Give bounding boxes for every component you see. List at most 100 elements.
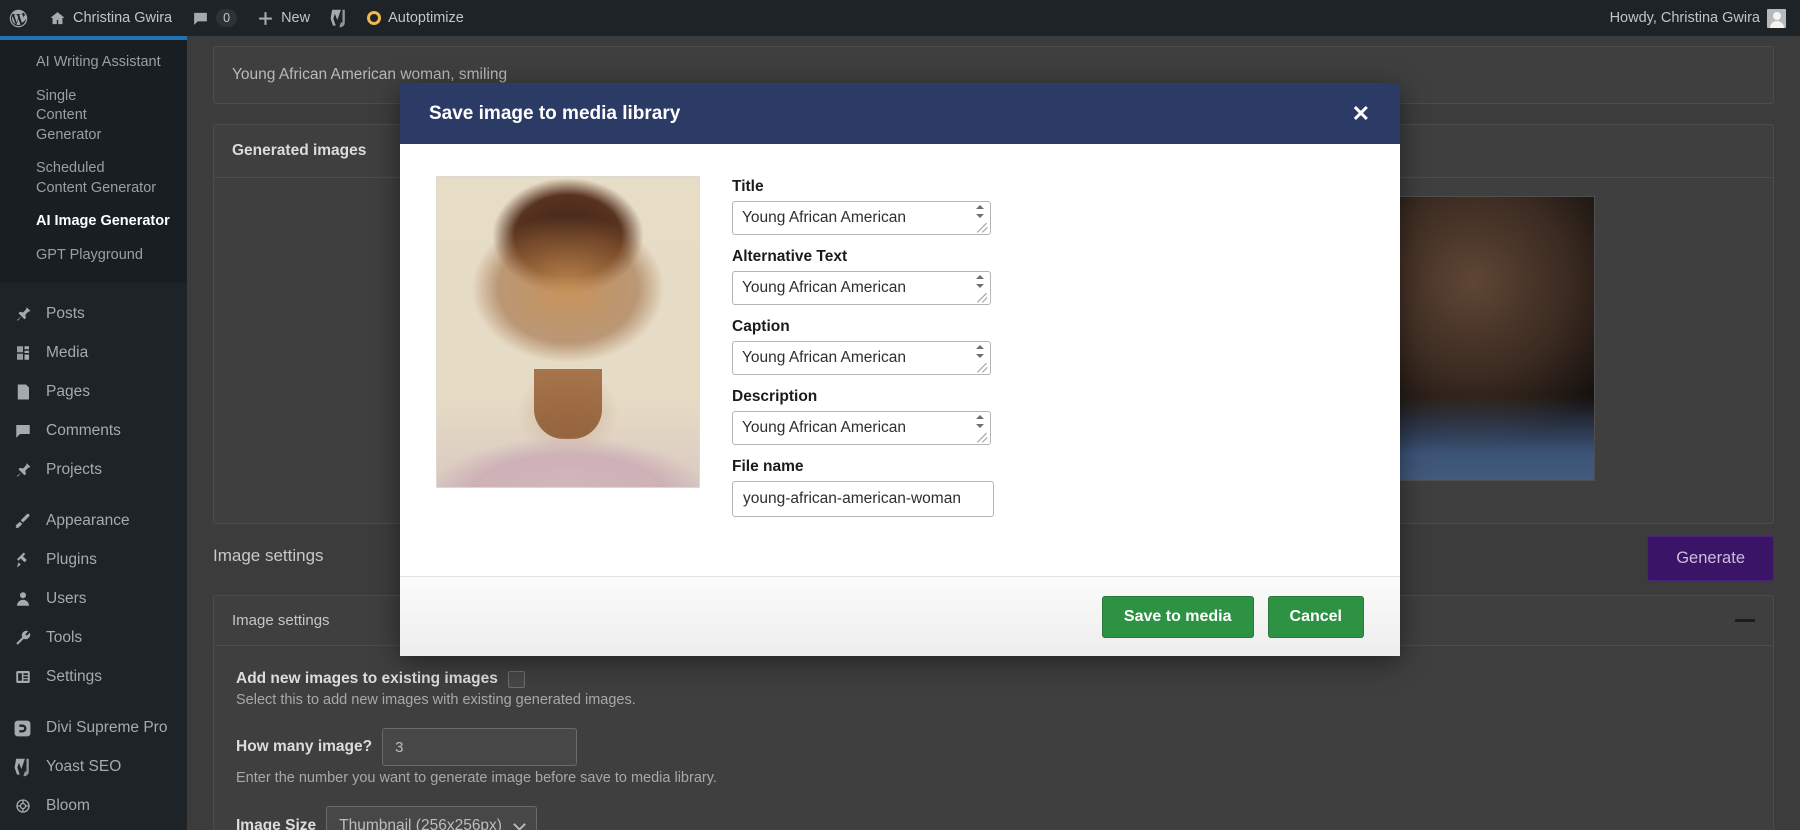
- sidebar-divider-2: [0, 490, 187, 502]
- add-new-images-label: Add new images to existing images: [236, 670, 498, 687]
- image-size-value: Thumbnail (256x256px): [339, 817, 502, 830]
- sidebar-item-users[interactable]: Users: [0, 580, 187, 619]
- howdy-label: Howdy, Christina Gwira: [1609, 10, 1760, 26]
- avatar: [1767, 8, 1786, 28]
- comments-button[interactable]: 0: [182, 0, 247, 36]
- divi-icon: [12, 718, 33, 739]
- sidebar-item-settings[interactable]: Settings: [0, 658, 187, 697]
- pin-icon: [12, 304, 33, 325]
- wordpress-logo-button[interactable]: [0, 0, 39, 36]
- sidebar-item-projects[interactable]: Projects: [0, 451, 187, 490]
- caption-label: Caption: [732, 318, 790, 335]
- plus-icon: [257, 10, 274, 27]
- yoast-icon: [330, 9, 347, 28]
- admin-screen: Christina Gwira 0 New Autoptimize Howdy,…: [0, 0, 1800, 830]
- sidebar-item-posts[interactable]: Posts: [0, 295, 187, 334]
- sidebar-label-comments: Comments: [46, 422, 121, 439]
- description-input-wrap: Young African American: [732, 411, 991, 445]
- modal-header: Save image to media library ✕: [400, 83, 1400, 144]
- preview-shoulders-shape: [437, 425, 699, 487]
- sidebar-label-projects: Projects: [46, 461, 102, 478]
- title-field-group: Title Young African American: [732, 178, 1364, 235]
- page-icon: [12, 382, 33, 403]
- caption-input-wrap: Young African American: [732, 341, 991, 375]
- sidebar-label-pages: Pages: [46, 383, 90, 400]
- media-icon: [12, 343, 33, 364]
- sidebar-label-posts: Posts: [46, 305, 85, 322]
- sidebar-item-scheduled-content-generator[interactable]: Scheduled Content Generator: [0, 152, 187, 205]
- sidebar-item-plugins[interactable]: Plugins: [0, 541, 187, 580]
- sidebar-item-ai-writing-assistant[interactable]: AI Writing Assistant: [0, 46, 187, 80]
- how-many-input[interactable]: [382, 728, 578, 766]
- alt-text-input[interactable]: Young African American: [732, 271, 991, 305]
- sidebar-label-bloom: Bloom: [46, 797, 90, 814]
- sidebar-item-divi-supreme-pro[interactable]: Divi Supreme Pro: [0, 709, 187, 748]
- new-content-button[interactable]: New: [247, 0, 320, 36]
- home-icon: [49, 10, 66, 27]
- pin-icon: [12, 460, 33, 481]
- my-account-button[interactable]: Howdy, Christina Gwira: [1600, 0, 1800, 36]
- admin-sidebar: AI Writing Assistant Single Content Gene…: [0, 36, 187, 830]
- sidebar-label-divi-supreme-pro: Divi Supreme Pro: [46, 719, 168, 736]
- description-input[interactable]: Young African American: [732, 411, 991, 445]
- comments-count: 0: [216, 9, 238, 27]
- sidebar-item-bloom[interactable]: Bloom: [0, 787, 187, 826]
- plug-icon: [12, 550, 33, 571]
- add-new-images-checkbox[interactable]: [507, 670, 525, 688]
- sidebar-item-pages[interactable]: Pages: [0, 373, 187, 412]
- comment-icon: [192, 10, 209, 27]
- image-size-select[interactable]: Thumbnail (256x256px): [326, 806, 537, 830]
- filename-field-group: File name: [732, 458, 1364, 517]
- sliders-icon: [12, 667, 33, 688]
- prompt-value: Young African American woman, smiling: [232, 66, 508, 83]
- generate-button[interactable]: Generate: [1647, 536, 1774, 581]
- site-name-label: Christina Gwira: [73, 10, 173, 26]
- wordpress-logo-icon: [8, 8, 29, 29]
- yoast-icon: [12, 757, 33, 778]
- sidebar-item-yoast-seo[interactable]: Yoast SEO: [0, 748, 187, 787]
- description-field-group: Description Young African American: [732, 388, 1364, 445]
- save-image-modal: Save image to media library ✕ Title Youn…: [400, 83, 1400, 656]
- image-settings-panel-title: Image settings: [232, 612, 330, 629]
- save-to-media-button[interactable]: Save to media: [1101, 595, 1254, 638]
- sidebar-label-settings: Settings: [46, 668, 103, 685]
- modal-title: Save image to media library: [429, 102, 681, 124]
- metadata-fields: Title Young African American Alternative…: [732, 176, 1364, 530]
- alt-text-field-group: Alternative Text Young African American: [732, 248, 1364, 305]
- bloom-icon: [12, 796, 33, 817]
- caption-input[interactable]: Young African American: [732, 341, 991, 375]
- sidebar-label-media: Media: [46, 344, 89, 361]
- filename-input[interactable]: [732, 481, 994, 517]
- generated-image-thumbnail[interactable]: [1385, 196, 1595, 481]
- how-many-label: How many image?: [236, 738, 373, 755]
- comment-icon: [12, 421, 33, 442]
- wrench-icon: [12, 628, 33, 649]
- image-settings-body: Add new images to existing images Select…: [214, 646, 1773, 830]
- cancel-button[interactable]: Cancel: [1267, 595, 1364, 638]
- yoast-seo-button[interactable]: [320, 0, 357, 36]
- sidebar-label-plugins: Plugins: [46, 551, 97, 568]
- add-new-images-help: Select this to add new images with exist…: [236, 692, 636, 708]
- close-icon[interactable]: ✕: [1346, 99, 1376, 129]
- sidebar-item-media[interactable]: Media: [0, 334, 187, 373]
- chevron-down-icon: [513, 818, 526, 830]
- how-many-help: Enter the number you want to generate im…: [236, 770, 717, 786]
- sidebar-submenu: AI Writing Assistant Single Content Gene…: [0, 40, 187, 283]
- sidebar-label-appearance: Appearance: [46, 512, 130, 529]
- sidebar-item-tools[interactable]: Tools: [0, 619, 187, 658]
- minimize-icon[interactable]: [1735, 619, 1755, 622]
- site-name-button[interactable]: Christina Gwira: [39, 0, 182, 36]
- sidebar-item-appearance[interactable]: Appearance: [0, 502, 187, 541]
- sidebar-item-gpt-playground[interactable]: GPT Playground: [0, 239, 187, 273]
- title-label: Title: [732, 178, 764, 195]
- sidebar-divider-3: [0, 697, 187, 709]
- title-input[interactable]: Young African American: [732, 201, 991, 235]
- title-input-wrap: Young African American: [732, 201, 991, 235]
- modal-footer: Save to media Cancel: [400, 576, 1400, 656]
- sidebar-item-single-content-generator[interactable]: Single Content Generator: [0, 80, 187, 153]
- sidebar-item-ai-image-generator[interactable]: AI Image Generator: [0, 205, 187, 239]
- sidebar-label-yoast-seo: Yoast SEO: [46, 758, 122, 775]
- sidebar-item-comments[interactable]: Comments: [0, 412, 187, 451]
- autoptimize-button[interactable]: Autoptimize: [357, 0, 474, 36]
- image-size-label: Image Size: [236, 817, 317, 830]
